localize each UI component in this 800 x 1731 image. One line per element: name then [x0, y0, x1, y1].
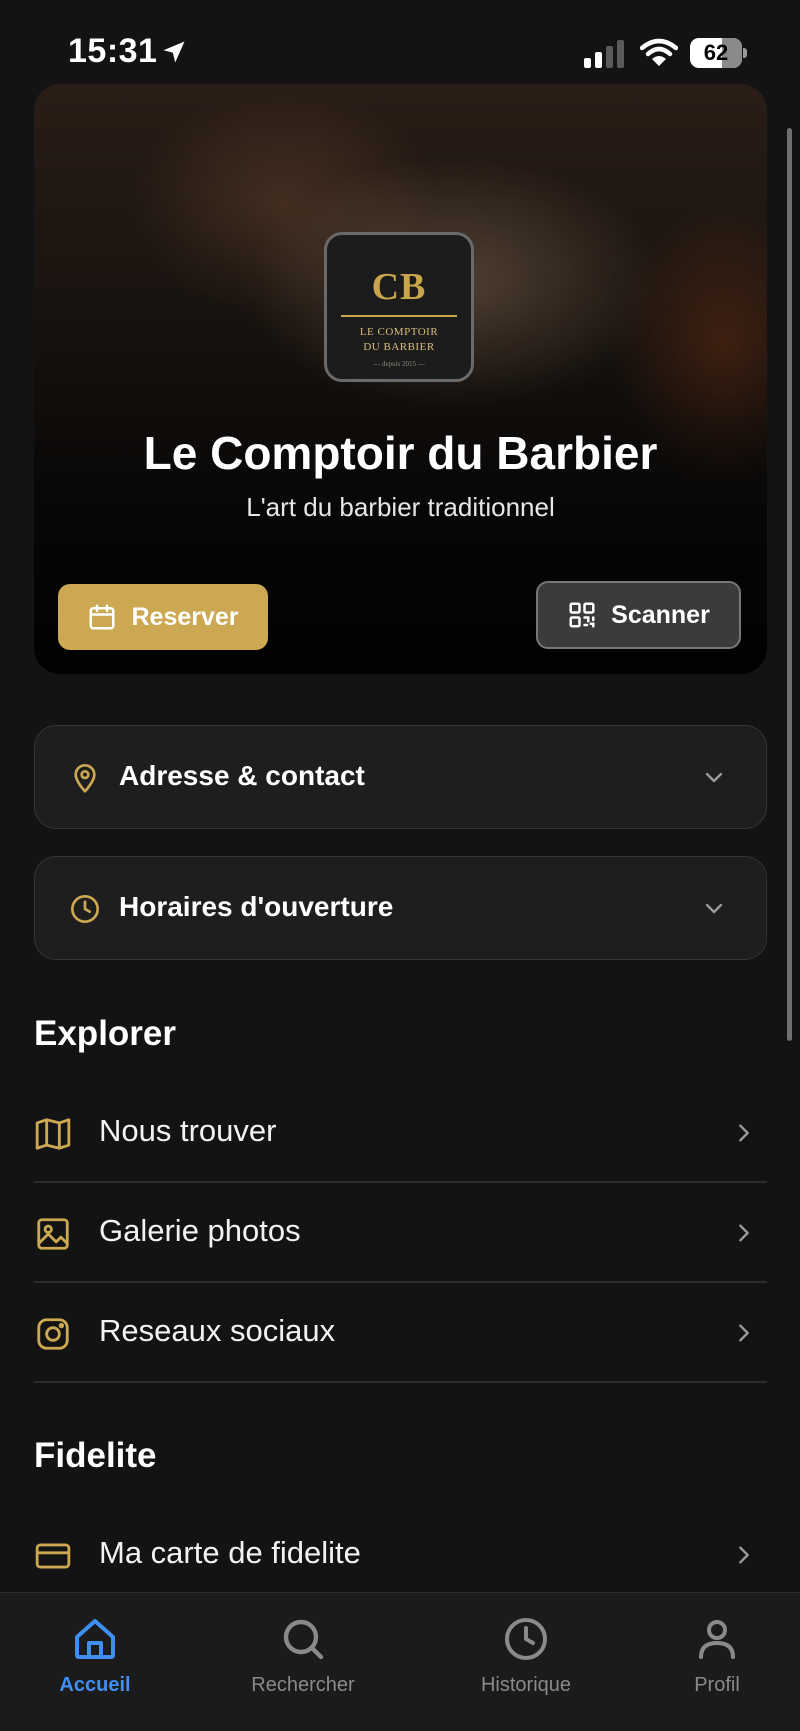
list-item-carte-fidelite[interactable]: Ma carte de fidelite [34, 1505, 767, 1605]
instagram-icon [37, 1318, 69, 1350]
reserve-button-label: Reserver [131, 602, 239, 631]
tab-label: Profil [694, 1674, 740, 1696]
map-icon [35, 1118, 71, 1150]
profile-icon [699, 1620, 735, 1659]
cellular-signal-icon [584, 40, 624, 68]
hero-banner: CB LE COMPTOIR DU BARBIER — depuis 2015 … [34, 84, 767, 674]
list-item-label: Nous trouver [99, 1113, 277, 1148]
shop-subtitle: L'art du barbier traditionnel [246, 492, 555, 522]
calendar-icon [89, 604, 115, 630]
fidelite-section-title: Fidelite [34, 1436, 157, 1475]
accordion-label: Horaires d'ouverture [119, 891, 394, 922]
tab-rechercher[interactable]: Rechercher [232, 1615, 374, 1697]
shop-logo: CB LE COMPTOIR DU BARBIER — depuis 2015 … [324, 232, 474, 382]
chevron-down-icon [705, 772, 723, 783]
tab-label: Rechercher [251, 1674, 355, 1696]
tab-label: Historique [480, 1674, 572, 1696]
tab-accueil[interactable]: Accueil [36, 1615, 154, 1697]
map-pin-icon [74, 764, 96, 793]
list-item-reseaux-sociaux[interactable]: Reseaux sociaux [34, 1283, 767, 1383]
image-icon [37, 1218, 69, 1250]
bottom-tab-bar: Accueil Rechercher Historique Profil [0, 1592, 800, 1731]
list-item-galerie-photos[interactable]: Galerie photos [34, 1183, 767, 1283]
chevron-right-icon [739, 1124, 749, 1142]
status-time: 15:31 [68, 32, 158, 70]
tab-label: Accueil [59, 1674, 131, 1696]
tab-profil[interactable]: Profil [672, 1615, 762, 1697]
opening-hours-accordion[interactable]: Horaires d'ouverture [34, 856, 767, 960]
scan-button-label: Scanner [611, 600, 710, 629]
tab-historique[interactable]: Historique [464, 1615, 588, 1697]
search-icon [283, 1619, 324, 1660]
chevron-right-icon [739, 1324, 749, 1342]
chevron-down-icon [705, 903, 723, 914]
list-item-label: Galerie photos [99, 1213, 301, 1248]
clock-icon [71, 895, 99, 923]
address-contact-accordion[interactable]: Adresse & contact [34, 725, 767, 829]
explorer-section-title: Explorer [34, 1014, 176, 1053]
chevron-right-icon [739, 1224, 749, 1242]
reserve-button[interactable]: Reserver [58, 584, 268, 650]
scroll-indicator[interactable] [787, 128, 792, 1041]
home-icon [75, 1619, 115, 1659]
battery-indicator: 62 [690, 38, 747, 68]
wifi-icon [640, 38, 678, 66]
list-item-label: Ma carte de fidelite [99, 1535, 361, 1570]
chevron-right-icon [739, 1546, 749, 1564]
credit-card-icon [35, 1543, 71, 1569]
list-item-label: Reseaux sociaux [99, 1313, 336, 1348]
status-bar: 15:31 62 [0, 0, 800, 84]
scan-button[interactable]: Scanner [536, 581, 741, 649]
history-icon [505, 1618, 547, 1660]
qr-code-icon [569, 602, 595, 628]
shop-title: Le Comptoir du Barbier [143, 427, 658, 479]
location-arrow-icon [163, 41, 185, 63]
list-item-nous-trouver[interactable]: Nous trouver [34, 1083, 767, 1183]
battery-level: 62 [703, 40, 729, 65]
accordion-label: Adresse & contact [119, 760, 365, 791]
